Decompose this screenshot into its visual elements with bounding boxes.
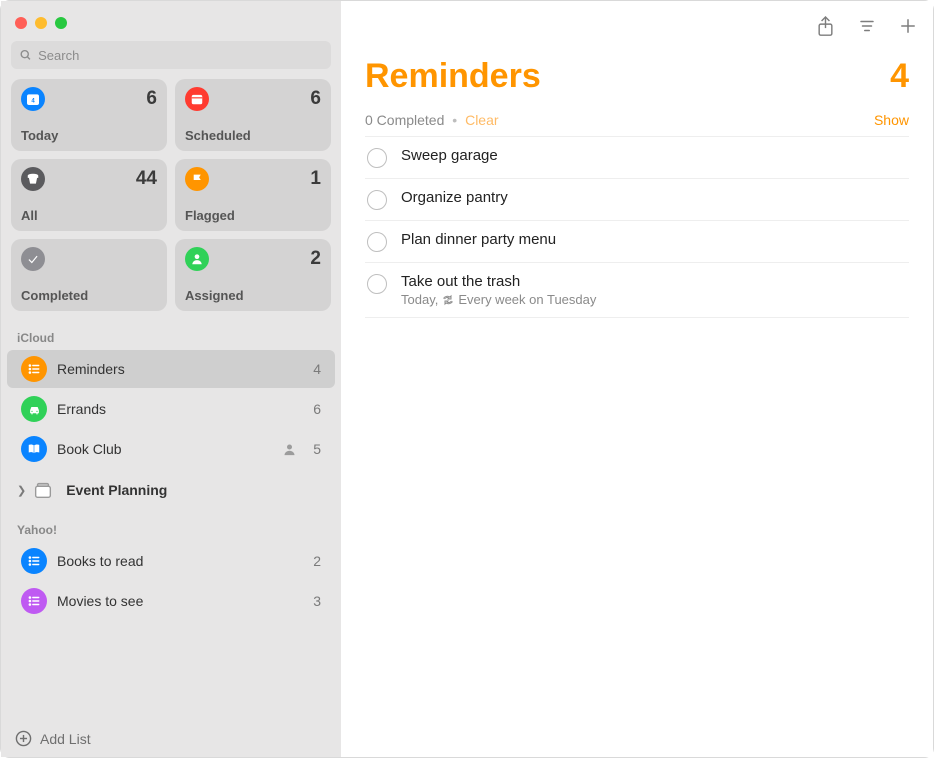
complete-toggle[interactable] [367, 190, 387, 210]
smart-list-flagged[interactable]: 1 Flagged [175, 159, 331, 231]
section-header-icloud: iCloud [1, 319, 341, 349]
new-reminder-button[interactable] [899, 17, 917, 35]
smart-label: Assigned [185, 288, 321, 303]
smart-count: 6 [146, 88, 157, 110]
sidebar-list-reminders[interactable]: Reminders4 [7, 350, 335, 388]
list-count: 5 [305, 441, 321, 457]
completed-summary: 0 Completed • Clear [365, 112, 499, 128]
complete-toggle[interactable] [367, 148, 387, 168]
reminder-item[interactable]: Take out the trash Today,Every week on Tu… [365, 263, 909, 318]
add-list-label: Add List [40, 731, 91, 747]
reminder-item[interactable]: Plan dinner party menu [365, 221, 909, 263]
search-field[interactable] [11, 41, 331, 69]
smart-count: 2 [310, 248, 321, 270]
search-input[interactable] [38, 48, 323, 63]
list-count: 3 [305, 593, 321, 609]
smart-list-all[interactable]: 44 All [11, 159, 167, 231]
sidebar: 4 6 Today 6 Scheduled 44 All 1 Flagged Completed 2… [1, 1, 341, 757]
sidebar-list-errands[interactable]: Errands6 [7, 390, 335, 428]
complete-toggle[interactable] [367, 274, 387, 294]
car-icon [21, 396, 47, 422]
smart-label: Flagged [185, 208, 321, 223]
reminder-subtitle: Today,Every week on Tuesday [401, 292, 596, 307]
smart-list-scheduled[interactable]: 6 Scheduled [175, 79, 331, 151]
reminder-title: Take out the trash [401, 273, 596, 290]
shared-icon [282, 442, 297, 457]
smart-list-completed[interactable]: Completed [11, 239, 167, 311]
group-stack-icon [30, 477, 56, 503]
smart-label: Scheduled [185, 128, 321, 143]
smart-count: 44 [136, 168, 157, 190]
flagged-icon [185, 167, 209, 191]
smart-count: 6 [310, 88, 321, 110]
list-name: Book Club [57, 441, 282, 457]
smart-list-today[interactable]: 4 6 Today [11, 79, 167, 151]
plus-circle-icon [15, 730, 32, 747]
smart-count: 1 [310, 168, 321, 190]
list-title: Reminders [365, 57, 541, 96]
book-icon [21, 436, 47, 462]
clear-button[interactable]: Clear [465, 112, 498, 128]
repeat-icon [442, 294, 454, 306]
fullscreen-window-button[interactable] [55, 17, 67, 29]
list-count: 4 [890, 57, 909, 96]
minimize-window-button[interactable] [35, 17, 47, 29]
assigned-icon [185, 247, 209, 271]
smart-lists: 4 6 Today 6 Scheduled 44 All 1 Flagged Completed 2… [1, 79, 341, 319]
today-icon: 4 [21, 87, 45, 111]
add-list-button[interactable]: Add List [1, 720, 341, 757]
toolbar [341, 1, 933, 51]
reminder-items: Sweep garage Organize pantry Plan dinner p… [365, 136, 909, 318]
close-window-button[interactable] [15, 17, 27, 29]
completed-icon [21, 247, 45, 271]
search-icon [19, 48, 32, 62]
reminder-title: Sweep garage [401, 147, 498, 164]
list-count: 6 [305, 401, 321, 417]
scheduled-icon [185, 87, 209, 111]
show-completed-button[interactable]: Show [874, 112, 909, 128]
sidebar-group-eventplanning[interactable]: ❯ Event Planning [7, 471, 335, 509]
sidebar-list-bookclub[interactable]: Book Club 5 [7, 430, 335, 468]
account-section-yahoo: Yahoo! Books to read2Movies to see3 [1, 511, 341, 621]
completed-count-text: 0 Completed [365, 112, 444, 128]
list-icon [21, 548, 47, 574]
reminder-item[interactable]: Organize pantry [365, 179, 909, 221]
main-content: Reminders 4 0 Completed • Clear Show Swe… [341, 1, 933, 757]
list-icon [21, 588, 47, 614]
list-name: Movies to see [57, 593, 305, 609]
reminder-item[interactable]: Sweep garage [365, 137, 909, 179]
list-count: 2 [305, 553, 321, 569]
sidebar-list-books[interactable]: Books to read2 [7, 542, 335, 580]
list-count: 4 [305, 361, 321, 377]
list-name: Books to read [57, 553, 305, 569]
list-header: Reminders 4 [365, 57, 909, 96]
smart-list-assigned[interactable]: 2 Assigned [175, 239, 331, 311]
window-controls [1, 9, 341, 41]
sidebar-list-movies[interactable]: Movies to see3 [7, 582, 335, 620]
section-header-yahoo: Yahoo! [1, 511, 341, 541]
account-section-icloud: iCloud Reminders4Errands6Book Club5❯Even… [1, 319, 341, 511]
reminder-title: Organize pantry [401, 189, 508, 206]
share-button[interactable] [816, 16, 835, 37]
list-name: Errands [57, 401, 305, 417]
list-icon [21, 356, 47, 382]
complete-toggle[interactable] [367, 232, 387, 252]
reminder-title: Plan dinner party menu [401, 231, 556, 248]
smart-label: Completed [21, 288, 157, 303]
list-name: Reminders [57, 361, 305, 377]
smart-label: All [21, 208, 157, 223]
smart-label: Today [21, 128, 157, 143]
view-options-button[interactable] [857, 17, 877, 35]
all-icon [21, 167, 45, 191]
group-name: Event Planning [66, 482, 167, 498]
chevron-right-icon: ❯ [17, 484, 26, 497]
